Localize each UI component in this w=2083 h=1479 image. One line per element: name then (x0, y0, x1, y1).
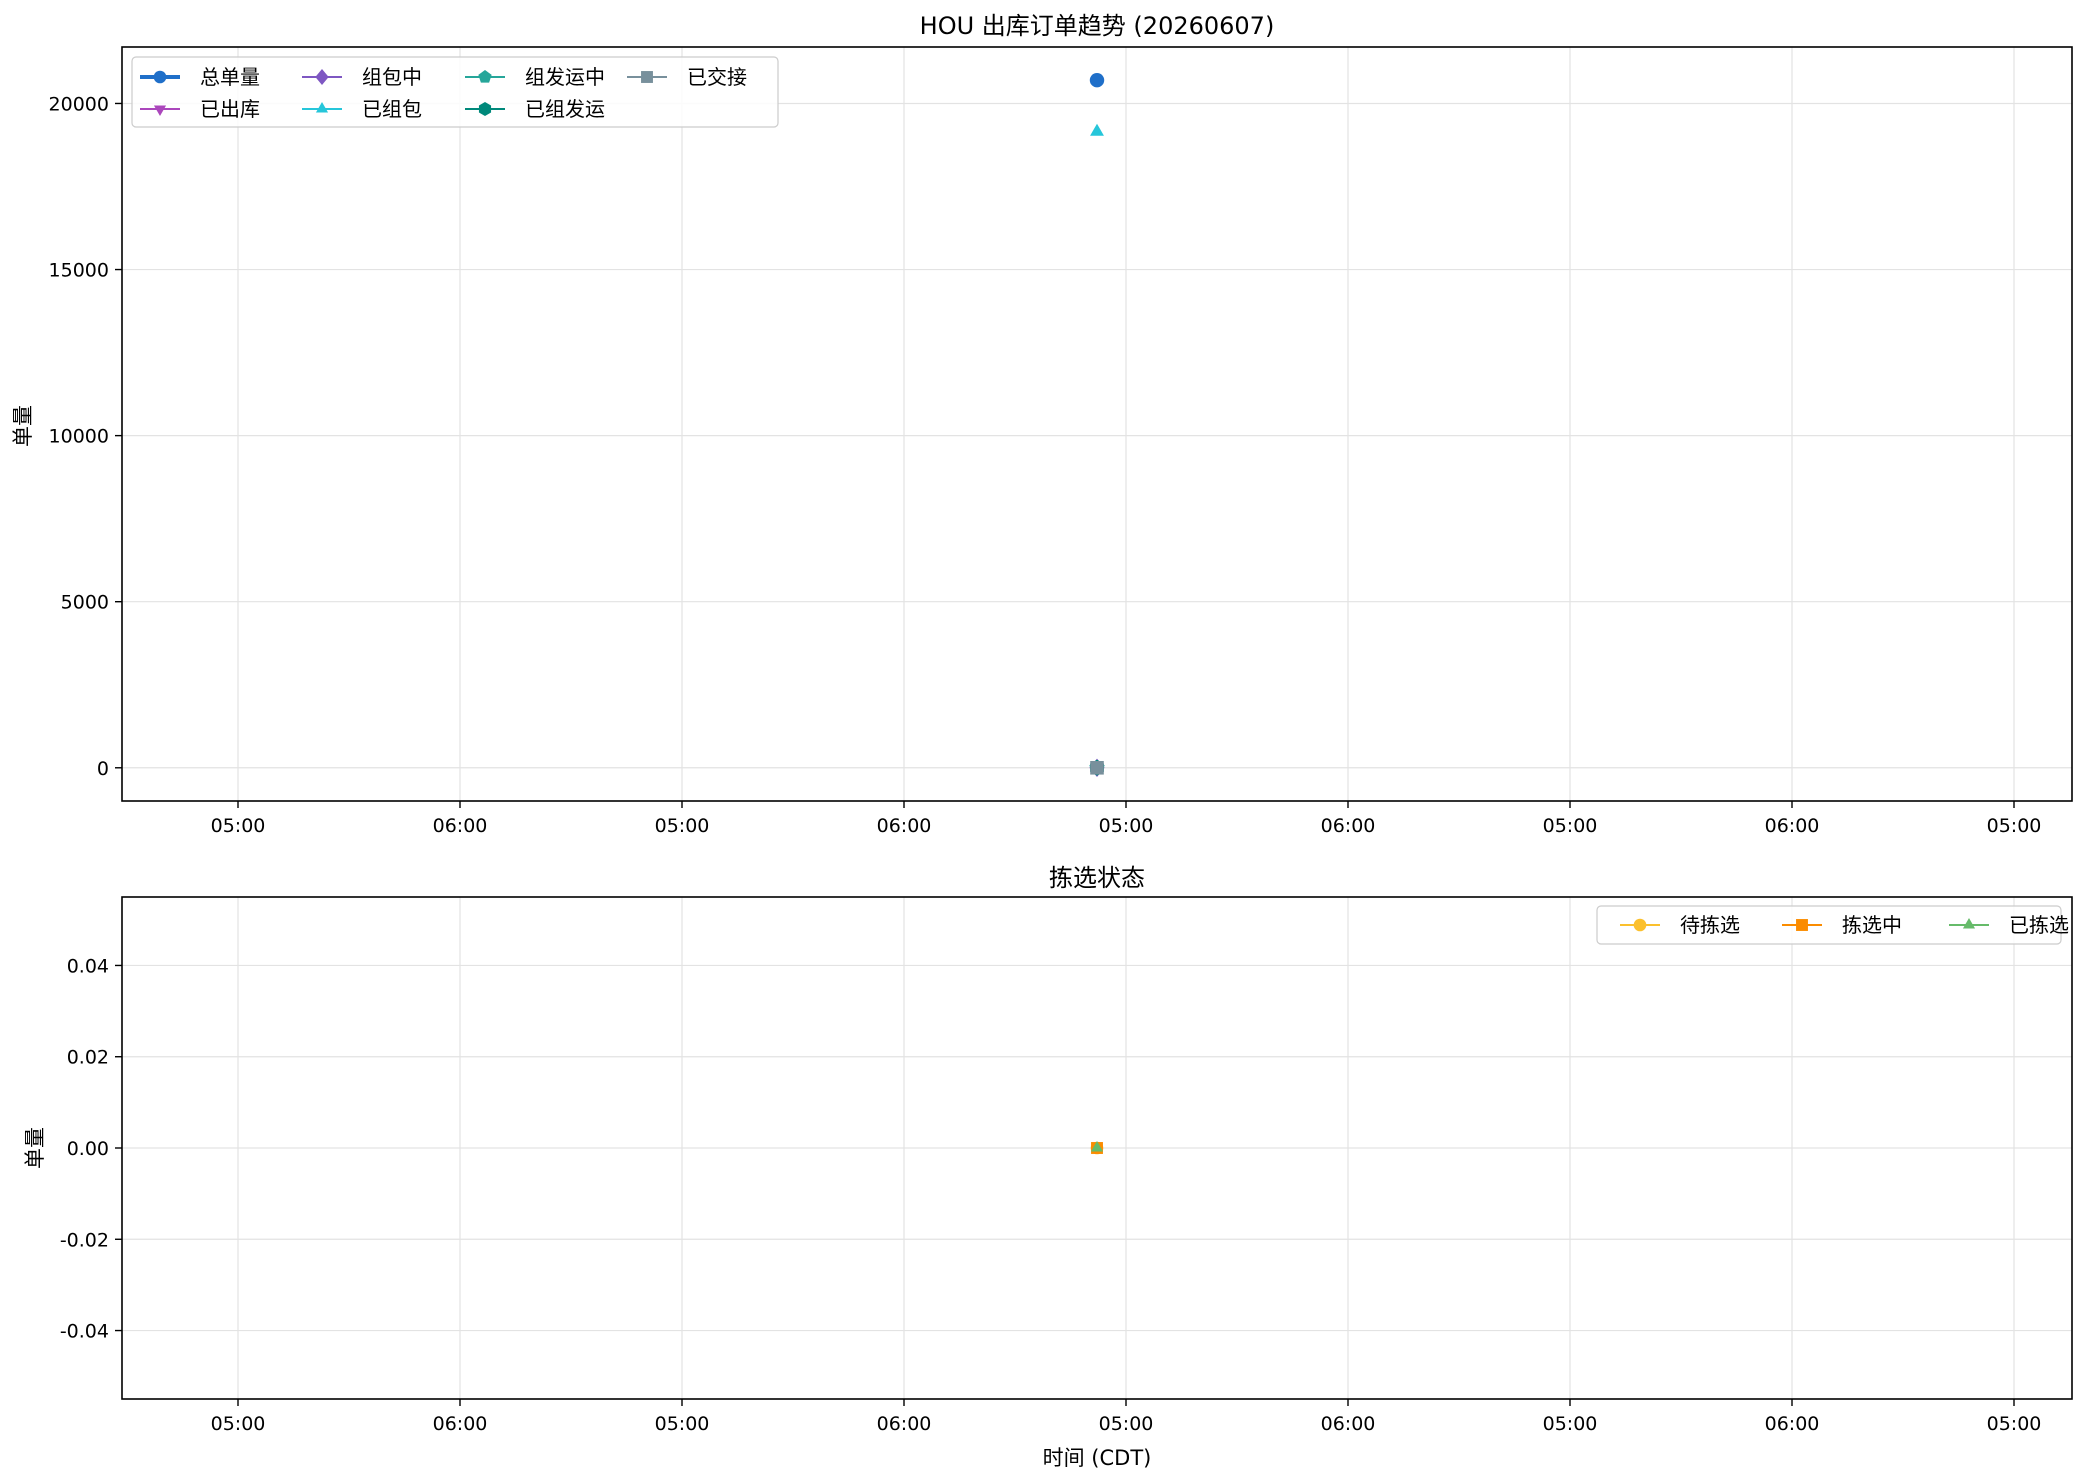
panel-trend-x-ticks: 05:00 06:00 05:00 06:00 05:00 06:00 05:00 06:00… (211, 801, 2042, 837)
x-tick-label: 05:00 (211, 1413, 266, 1435)
panel-picking-title: 拣选状态 (1049, 864, 1145, 892)
x-tick-label: 06:00 (877, 1413, 932, 1435)
x-tick-label: 05:00 (1543, 1413, 1598, 1435)
legend-label-series-1: 待拣选 (1680, 913, 1740, 937)
panel-trend-y-ticks: 0 5000 10000 15000 20000 (49, 93, 122, 780)
y-tick-label: 15000 (49, 260, 109, 282)
panel-trend-legend: 总单量已出库 组包中已组包 组发运中已组发运 已交接 (131, 56, 779, 128)
data-point-series-7 (1090, 760, 1104, 775)
y-tick-label: 0.04 (67, 955, 109, 977)
legend-label-series-4: 已组包 (362, 97, 422, 121)
x-tick-label: 05:00 (1987, 1413, 2042, 1435)
y-tick-label: -0.02 (60, 1229, 109, 1251)
legend-label-series-3: 组包中 (362, 65, 422, 89)
panel-picking: 拣选状态 单量 时间 (CDT) 0.040.020.00-0.02-0.04 … (23, 864, 2073, 1470)
legend-label-series-2: 拣选中 (1842, 913, 1902, 937)
x-tick-label: 06:00 (1765, 1413, 1820, 1435)
legend-label-series-1: 总单量 (200, 65, 260, 89)
x-tick-label: 05:00 (1099, 1413, 1154, 1435)
legend-label-series-3: 已拣选 (2009, 913, 2069, 937)
x-tick-label: 06:00 (1321, 815, 1376, 837)
legend-box (1596, 905, 2062, 945)
x-tick-label: 06:00 (877, 815, 932, 837)
panel-picking-xlabel: 时间 (CDT) (1043, 1446, 1152, 1470)
panel-trend-frame (121, 46, 2073, 802)
panel-trend-grid (122, 47, 2072, 801)
y-tick-label: 10000 (49, 426, 109, 448)
panel-picking-x-ticks: 05:00 06:00 05:00 06:00 05:00 06:00 05:00 06:00… (211, 1399, 2042, 1435)
legend-label-series-7: 已交接 (687, 65, 747, 89)
legend-marker-series-7 (641, 71, 653, 83)
x-tick-label: 05:00 (211, 815, 266, 837)
x-tick-label: 05:00 (655, 1413, 710, 1435)
legend-marker-series-2 (1796, 919, 1808, 931)
legend-marker-series-1 (153, 70, 167, 84)
x-tick-label: 06:00 (1765, 815, 1820, 837)
y-tick-label: 0.00 (67, 1138, 109, 1160)
y-tick-label: 0 (97, 758, 109, 780)
x-tick-label: 06:00 (433, 815, 488, 837)
panel-picking-ylabel: 单量 (23, 1127, 47, 1169)
data-point-series-1 (1089, 73, 1105, 88)
legend-label-series-5: 组发运中 (525, 65, 605, 89)
y-tick-label: 20000 (49, 93, 109, 115)
data-point-series-4 (1090, 123, 1104, 136)
legend-label-series-6: 已组发运 (525, 97, 605, 121)
panel-picking-y-ticks: 0.04 0.02 0.00 -0.02 -0.04 (60, 955, 122, 1343)
y-tick-label: 5000 (61, 592, 109, 614)
panel-trend-title: HOU 出库订单趋势 (20260607) (920, 12, 1275, 40)
x-tick-label: 06:00 (433, 1413, 488, 1435)
x-tick-label: 05:00 (1543, 815, 1598, 837)
y-tick-label: -0.04 (60, 1321, 109, 1343)
panel-trend-points (1089, 73, 1105, 777)
panel-trend: HOU 出库订单趋势 (20260607) 单量 0 5000 10000 15000… (11, 12, 2073, 837)
legend-label-series-2: 已出库 (200, 97, 260, 121)
chart-figure: HOU 出库订单趋势 (20260607) 单量 0 5000 10000 15000… (11, 12, 2073, 1470)
panel-trend-ylabel: 单量 (11, 405, 35, 447)
legend-marker-series-1 (1633, 918, 1647, 932)
panel-picking-legend: 待拣选 拣选中 已拣选 (1596, 905, 2069, 945)
y-tick-label: 0.02 (67, 1047, 109, 1069)
panel-picking-points (1090, 1141, 1104, 1155)
x-tick-label: 05:00 (1099, 815, 1154, 837)
x-tick-label: 06:00 (1321, 1413, 1376, 1435)
x-tick-label: 05:00 (655, 815, 710, 837)
x-tick-label: 05:00 (1987, 815, 2042, 837)
